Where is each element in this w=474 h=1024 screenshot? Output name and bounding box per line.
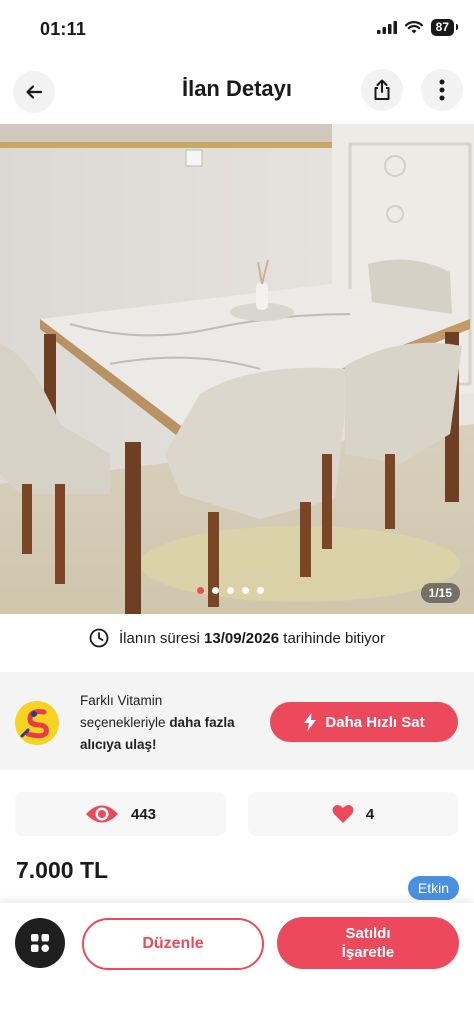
promo-banner: Farklı Vitamin seçenekleriyle daha fazla…	[0, 672, 474, 770]
eye-icon	[85, 805, 118, 823]
more-vertical-icon	[439, 79, 445, 101]
sell-faster-label: Daha Hızlı Sat	[325, 713, 425, 731]
promo-line1: Farklı Vitamin	[80, 693, 163, 708]
photo-counter: 1/15	[420, 583, 460, 603]
carousel-dot[interactable]	[227, 587, 234, 594]
carousel-dot[interactable]	[197, 587, 204, 594]
carousel-dot[interactable]	[212, 587, 219, 594]
sell-faster-button[interactable]: Daha Hızlı Sat	[270, 702, 458, 742]
promo-line2-bold: daha fazla	[169, 715, 235, 730]
wifi-icon	[404, 21, 423, 34]
favorites-count: 4	[365, 805, 375, 823]
vitamin-logo-icon	[15, 701, 59, 745]
carousel-dot[interactable]	[257, 587, 264, 594]
lightning-icon	[304, 713, 317, 731]
listing-photo[interactable]	[0, 124, 474, 614]
expiry-prefix: İlanın süresi	[118, 629, 200, 647]
status-icons: 87	[376, 19, 459, 36]
promo-line3-bold: alıcıya ulaş!	[80, 737, 157, 752]
signal-icon	[376, 21, 397, 34]
dining-table-image	[0, 124, 474, 614]
expiry-date: 13/09/2026	[204, 629, 280, 647]
carousel-dot[interactable]	[242, 587, 249, 594]
expiry-notice: İlanın süresi 13/09/2026 tarihinde bitiy…	[0, 628, 474, 648]
grid-icon	[31, 934, 50, 953]
clock-icon	[89, 628, 109, 648]
mark-sold-line2: İşaretle	[341, 944, 395, 961]
promo-line2: seçenekleriyle	[80, 715, 166, 730]
bottom-action-bar: Düzenle Satıldı İşaretle	[0, 903, 474, 1024]
status-badge: Etkin	[407, 876, 459, 900]
views-count: 443	[130, 805, 157, 823]
views-stat: 443	[15, 792, 226, 836]
promo-text: Farklı Vitamin seçenekleriyle daha fazla…	[80, 690, 235, 756]
more-options-button[interactable]	[421, 69, 463, 111]
edit-button[interactable]: Düzenle	[82, 918, 264, 970]
mark-sold-button[interactable]: Satıldı İşaretle	[277, 917, 459, 969]
status-bar: 01:11 87	[0, 0, 474, 62]
expiry-suffix: tarihinde bitiyor	[283, 629, 385, 647]
quick-menu-button[interactable]	[15, 918, 65, 968]
favorites-stat[interactable]: 4	[248, 792, 458, 836]
share-icon	[374, 79, 390, 100]
battery-indicator: 87	[430, 19, 459, 36]
listing-price: 7.000 TL	[16, 857, 109, 883]
heart-icon	[332, 805, 354, 823]
share-button[interactable]	[361, 69, 403, 111]
header: İlan Detayı	[0, 62, 474, 122]
carousel-dots[interactable]	[197, 587, 264, 594]
status-time: 01:11	[40, 19, 87, 39]
mark-sold-line1: Satıldı	[345, 925, 391, 942]
